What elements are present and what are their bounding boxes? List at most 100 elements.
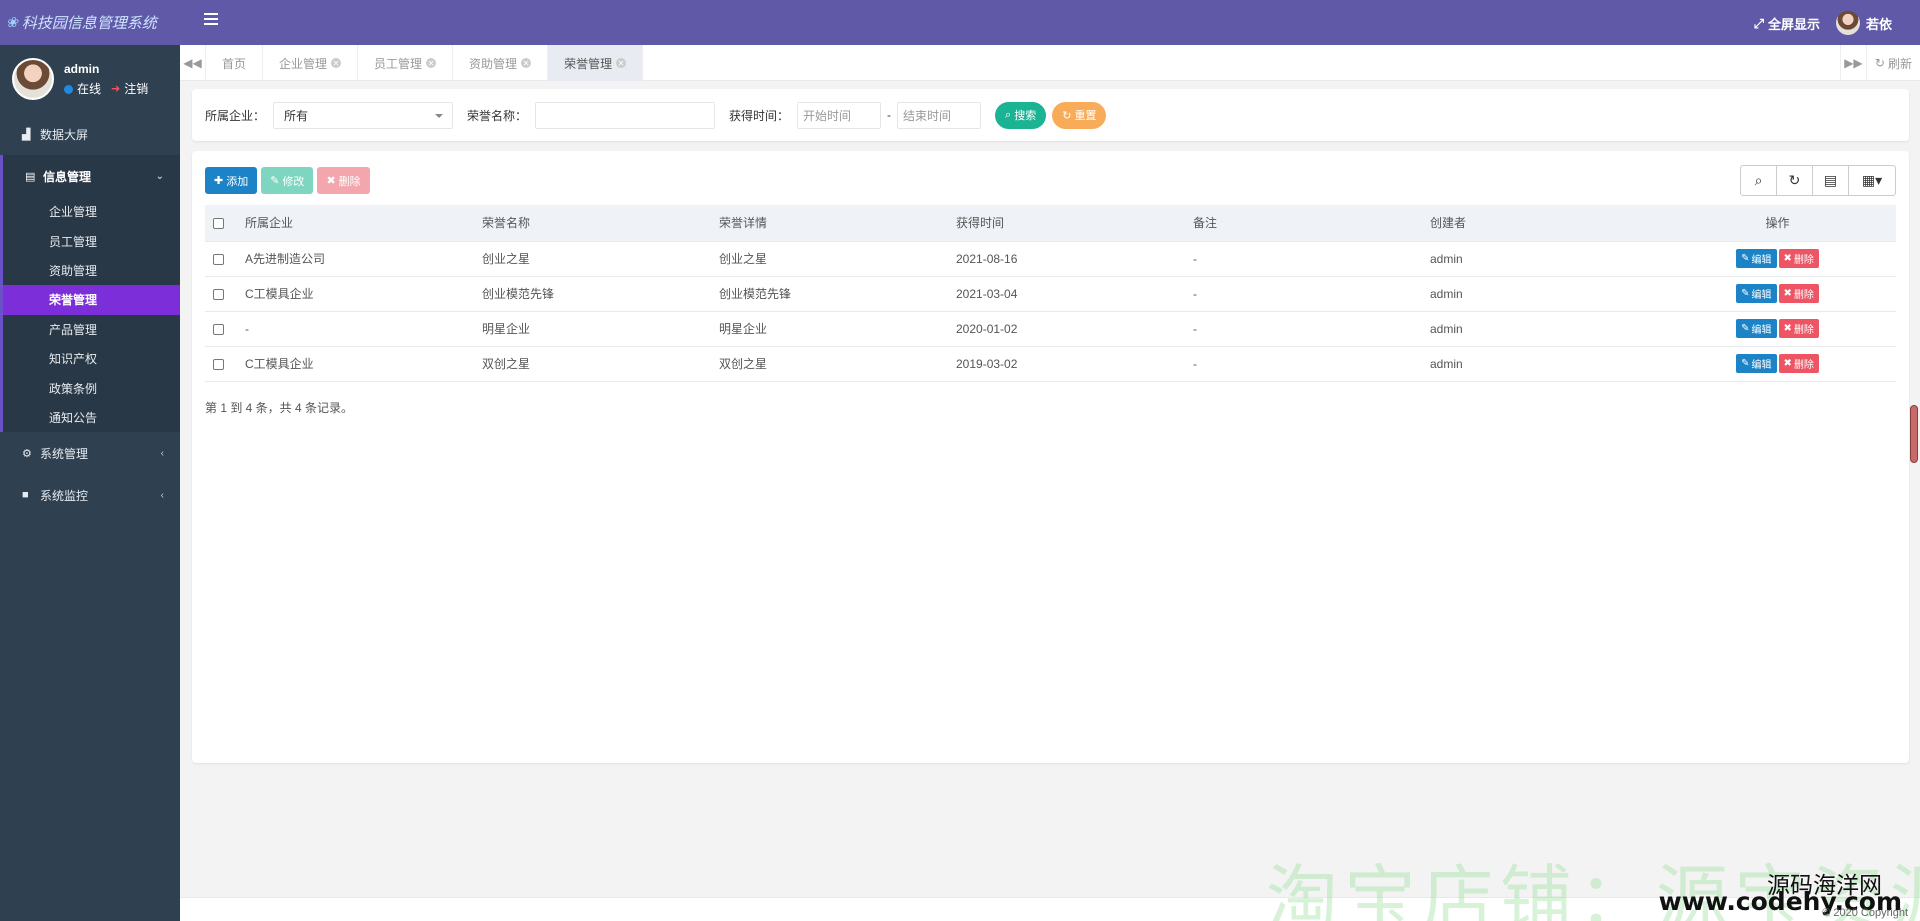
sidebar-group-info: ▤ 信息管理 ⌄ 企业管理 员工管理 资助管理 荣誉管理 产品管理 知识产权 政… [0,155,180,433]
row-edit-button[interactable]: ✎ 编辑 [1736,249,1777,268]
plus-icon: ✚ [214,175,224,187]
col-header-company[interactable]: 所属企业 [237,205,474,242]
user-panel: admin 在线 ➜ 注销 [0,45,180,113]
close-icon: ✖ [1783,323,1792,334]
sidebar-item-ip[interactable]: 知识产权 [3,344,180,373]
col-header-detail[interactable]: 荣誉详情 [711,205,948,242]
company-select[interactable]: 所有 [273,101,454,129]
chevron-left-icon: ‹ [160,447,164,459]
sidebar-item-company[interactable]: 企业管理 [3,197,180,226]
menu-toggle-icon[interactable] [204,13,218,25]
tab-honor[interactable]: 荣誉管理 ✕ [548,45,644,81]
table-row[interactable]: - 明星企业 明星企业 2020-01-02 - admin ✎ 编辑 ✖ 删除 [205,311,1896,347]
close-icon: ✖ [1783,253,1792,264]
sidebar-item-product[interactable]: 产品管理 [3,315,180,344]
row-delete-label: 删除 [1793,325,1814,336]
reset-button-label: 重置 [1074,110,1097,122]
close-icon: ✖ [326,175,336,187]
fullscreen-button[interactable]: ⤢ 全屏显示 [1754,14,1820,33]
date-range-separator: - [887,108,892,122]
scrollbar-thumb[interactable] [1910,405,1918,463]
close-icon[interactable]: ✕ [331,58,342,68]
toggle-view-icon[interactable]: ▤ [1813,166,1849,195]
refresh-icon[interactable]: ↻ [1777,166,1813,195]
add-button[interactable]: ✚ 添加 [205,167,258,194]
columns-grid-icon[interactable]: ▦▾ [1849,166,1895,195]
tab-label: 首页 [222,56,247,71]
row-delete-button[interactable]: ✖ 删除 [1778,319,1819,338]
header-user-menu[interactable]: 若依 [1835,11,1892,35]
close-icon[interactable]: ✕ [521,58,532,68]
cell-detail: 创业模范先锋 [711,276,948,312]
table-row[interactable]: C工模具企业 双创之星 双创之星 2019-03-02 - admin ✎ 编辑 ✖… [205,346,1896,382]
sidebar: ❀ 科技园信息管理系统 admin 在线 ➜ 注销 ▟ 数据大屏 ▤ 信息管理 … [0,0,180,921]
delete-button[interactable]: ✖ 删除 [317,167,370,194]
close-icon[interactable]: ✕ [426,58,437,68]
header-avatar [1835,11,1860,35]
logout-link[interactable]: 注销 [124,79,148,99]
sidebar-item-honor[interactable]: 荣誉管理 [3,285,180,315]
refresh-tab-button[interactable]: ↻ 刷新 [1865,45,1920,81]
cell-name: 双创之星 [474,346,711,382]
edit-button[interactable]: ✎ 修改 [261,167,314,194]
row-select-cell [205,311,237,347]
cell-time: 2021-08-16 [948,241,1185,277]
sidebar-item-employee[interactable]: 员工管理 [3,226,180,255]
cell-remark: - [1185,311,1422,347]
sidebar-item-monitor[interactable]: ■ 系统监控 ‹ [0,474,180,516]
row-delete-button[interactable]: ✖ 删除 [1778,249,1819,268]
toggle-search-icon[interactable]: ⌕ [1741,166,1777,195]
end-date-input[interactable]: 结束时间 [897,101,982,129]
search-button[interactable]: ⌕ 搜索 [995,101,1047,129]
search-icon: ⌕ [1005,108,1012,121]
tabs-scroll-left-icon[interactable]: ◀◀ [180,45,206,81]
col-header-name[interactable]: 荣誉名称 [474,205,711,242]
row-delete-label: 删除 [1793,290,1814,301]
sidebar-item-dashboard[interactable]: ▟ 数据大屏 [0,113,180,155]
row-checkbox[interactable] [213,253,224,265]
online-dot-icon [64,84,73,94]
logout-icon[interactable]: ➜ [111,79,120,99]
col-header-remark[interactable]: 备注 [1185,205,1422,242]
app-title: 科技园信息管理系统 [21,14,157,32]
close-icon: ✖ [1783,288,1792,299]
tab-company[interactable]: 企业管理 ✕ [263,45,359,81]
sidebar-item-notice[interactable]: 通知公告 [3,403,180,432]
sidebar-item-system[interactable]: ⚙ 系统管理 ‹ [0,432,180,474]
sidebar-item-label: 系统监控 [40,488,89,503]
row-checkbox[interactable] [213,288,224,300]
app-logo[interactable]: ❀ 科技园信息管理系统 [0,0,180,45]
edit-icon: ✎ [1741,323,1750,334]
user-avatar[interactable] [12,58,54,100]
video-camera-icon: ■ [22,489,29,502]
honor-name-label: 荣誉名称： [467,108,528,123]
row-edit-button[interactable]: ✎ 编辑 [1736,284,1777,303]
tabs-scroll-right-icon[interactable]: ▶▶ [1839,45,1866,81]
select-all-checkbox[interactable] [213,218,224,230]
sidebar-group-info-header[interactable]: ▤ 信息管理 ⌄ [3,155,180,197]
tab-home[interactable]: 首页 [206,45,264,81]
col-header-time[interactable]: 获得时间 [948,205,1185,242]
table-tools: ⌕ ↻ ▤ ▦▾ [1740,165,1896,196]
row-checkbox[interactable] [213,358,224,370]
sidebar-item-funding[interactable]: 资助管理 [3,256,180,285]
reset-button[interactable]: ↻ 重置 [1052,101,1107,129]
start-date-input[interactable]: 开始时间 [797,101,882,129]
cell-creator: admin [1422,311,1659,347]
close-icon[interactable]: ✕ [616,58,627,68]
sidebar-item-label: 数据大屏 [40,127,89,142]
honor-name-input[interactable] [535,101,716,129]
top-header: ⤢ 全屏显示 若依 [180,0,1920,45]
col-header-creator[interactable]: 创建者 [1422,205,1659,242]
refresh-icon: ↻ [1874,56,1885,70]
row-edit-button[interactable]: ✎ 编辑 [1736,354,1777,373]
row-delete-button[interactable]: ✖ 删除 [1778,284,1819,303]
tab-employee[interactable]: 员工管理 ✕ [358,45,454,81]
row-delete-button[interactable]: ✖ 删除 [1778,354,1819,373]
table-row[interactable]: A先进制造公司 创业之星 创业之星 2021-08-16 - admin ✎ 编辑… [205,241,1896,277]
sidebar-item-policy[interactable]: 政策条例 [3,373,180,402]
table-row[interactable]: C工模具企业 创业模范先锋 创业模范先锋 2021-03-04 - admin … [205,276,1896,312]
row-edit-button[interactable]: ✎ 编辑 [1736,319,1777,338]
tab-funding[interactable]: 资助管理 ✕ [453,45,549,81]
row-checkbox[interactable] [213,323,224,335]
